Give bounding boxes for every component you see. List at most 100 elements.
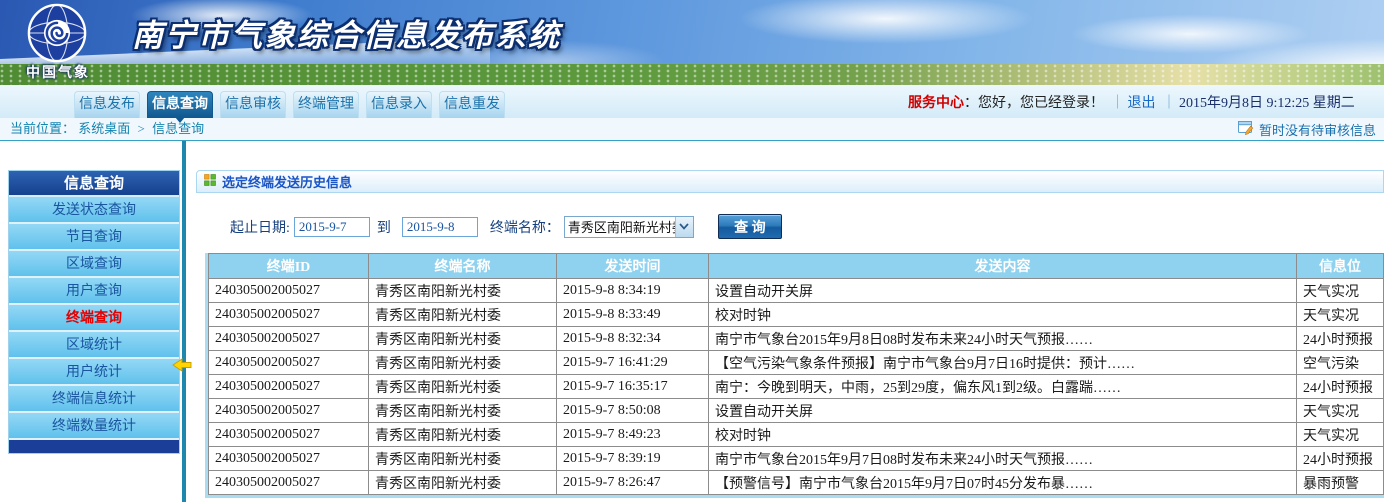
tab-terminal-manage[interactable]: 终端管理 — [293, 91, 359, 118]
user-info-bar: 服务中心：您好，您已经登录！ ｜退出 ｜2015年9月8日 9:12:25 星期… — [908, 92, 1355, 112]
table-row[interactable]: 240305002005027 青秀区南阳新光村委 2015-9-7 8:39:… — [209, 447, 1384, 471]
breadcrumb: 当前位置： 系统桌面 > 信息查询 — [0, 118, 1384, 141]
cell-info-slot: 天气实况 — [1297, 303, 1384, 327]
logout-link[interactable]: 退出 — [1128, 96, 1156, 111]
terminal-select[interactable]: 青秀区南阳新光村委 — [564, 216, 694, 238]
service-center-label: 服务中心 — [908, 96, 964, 111]
grass-decor — [0, 64, 1384, 85]
cell-terminal-id: 240305002005027 — [209, 471, 369, 495]
cell-terminal-id: 240305002005027 — [209, 423, 369, 447]
cell-terminal-name: 青秀区南阳新光村委 — [369, 375, 557, 399]
sidebar-item-send-status-query[interactable]: 发送状态查询 — [9, 197, 179, 224]
history-table: 终端ID 终端名称 发送时间 发送内容 信息位 240305002005027 … — [208, 253, 1384, 495]
table-row[interactable]: 240305002005027 青秀区南阳新光村委 2015-9-7 16:41… — [209, 351, 1384, 375]
search-button[interactable]: 查 询 — [718, 214, 782, 239]
cell-info-slot: 24小时预报 — [1297, 375, 1384, 399]
sidebar-title: 信息查询 — [9, 171, 179, 197]
tab-info-audit[interactable]: 信息审核 — [220, 91, 286, 118]
history-table-wrapper: 终端ID 终端名称 发送时间 发送内容 信息位 240305002005027 … — [205, 253, 1384, 498]
table-row[interactable]: 240305002005027 青秀区南阳新光村委 2015-9-7 8:26:… — [209, 471, 1384, 495]
cell-send-content: 设置自动开关屏 — [709, 279, 1297, 303]
cell-terminal-id: 240305002005027 — [209, 303, 369, 327]
cell-info-slot: 暴雨预警 — [1297, 471, 1384, 495]
cell-send-content: 南宁市气象台2015年9月8日08时发布未来24小时天气预报…… — [709, 327, 1297, 351]
content-divider — [182, 141, 186, 502]
table-header-row: 终端ID 终端名称 发送时间 发送内容 信息位 — [209, 254, 1384, 279]
sidebar-item-region-stats[interactable]: 区域统计 — [9, 332, 179, 359]
table-row[interactable]: 240305002005027 青秀区南阳新光村委 2015-9-7 8:49:… — [209, 423, 1384, 447]
current-datetime: 2015年9月8日 9:12:25 星期二 — [1179, 96, 1355, 111]
breadcrumb-home[interactable]: 系统桌面 — [78, 121, 130, 136]
grid-icon — [204, 173, 216, 191]
separator: ｜ — [1162, 96, 1176, 111]
cell-terminal-id: 240305002005027 — [209, 399, 369, 423]
cell-send-time: 2015-9-8 8:34:19 — [557, 279, 709, 303]
cma-logo-icon — [26, 2, 88, 64]
sidebar-item-terminal-count-stats[interactable]: 终端数量统计 — [9, 413, 179, 440]
cell-terminal-id: 240305002005027 — [209, 447, 369, 471]
cell-info-slot: 24小时预报 — [1297, 447, 1384, 471]
pending-audit-text: 暂时没有待审核信息 — [1259, 120, 1376, 139]
to-label: 到 — [377, 217, 391, 237]
col-info-slot: 信息位 — [1297, 254, 1384, 279]
cell-terminal-id: 240305002005027 — [209, 375, 369, 399]
site-title: 南宁市气象综合信息发布系统 — [132, 10, 561, 55]
cell-send-time: 2015-9-7 8:39:19 — [557, 447, 709, 471]
sidebar-item-user-query[interactable]: 用户查询 — [9, 278, 179, 305]
cell-terminal-name: 青秀区南阳新光村委 — [369, 279, 557, 303]
tab-info-query[interactable]: 信息查询 — [147, 91, 213, 118]
sidebar-item-program-query[interactable]: 节目查询 — [9, 224, 179, 251]
cell-send-content: 南宁市气象台2015年9月7日08时发布未来24小时天气预报…… — [709, 447, 1297, 471]
table-row[interactable]: 240305002005027 青秀区南阳新光村委 2015-9-7 16:35… — [209, 375, 1384, 399]
table-row[interactable]: 240305002005027 青秀区南阳新光村委 2015-9-7 8:50:… — [209, 399, 1384, 423]
cell-terminal-name: 青秀区南阳新光村委 — [369, 327, 557, 351]
col-terminal-id: 终端ID — [209, 254, 369, 279]
date-range-label: 起止日期: — [230, 217, 290, 237]
cell-send-content: 南宁：今晚到明天，中雨，25到29度，偏东风1到2级。白露踹…… — [709, 375, 1297, 399]
tab-info-resend[interactable]: 信息重发 — [439, 91, 505, 118]
separator: ｜ — [1111, 96, 1125, 111]
sidebar-item-region-query[interactable]: 区域查询 — [9, 251, 179, 278]
breadcrumb-separator: > — [138, 121, 145, 136]
cell-info-slot: 24小时预报 — [1297, 327, 1384, 351]
cell-info-slot: 天气实况 — [1297, 399, 1384, 423]
table-row[interactable]: 240305002005027 青秀区南阳新光村委 2015-9-8 8:34:… — [209, 279, 1384, 303]
sidebar-collapse-arrow-icon[interactable] — [172, 358, 192, 377]
main-nav: 信息发布 信息查询 信息审核 终端管理 信息录入 信息重发 服务中心：您好，您已… — [0, 85, 1384, 118]
banner: 中国气象 南宁市气象综合信息发布系统 — [0, 0, 1384, 85]
panel-header: 选定终端发送历史信息 — [196, 170, 1384, 193]
cell-terminal-name: 青秀区南阳新光村委 — [369, 423, 557, 447]
panel-title: 选定终端发送历史信息 — [222, 172, 352, 191]
tab-info-entry[interactable]: 信息录入 — [366, 91, 432, 118]
sidebar-menu: 信息查询 发送状态查询 节目查询 区域查询 用户查询 终端查询 区域统计 用户统… — [8, 170, 180, 454]
cell-send-time: 2015-9-7 16:35:17 — [557, 375, 709, 399]
cell-info-slot: 天气实况 — [1297, 279, 1384, 303]
cell-terminal-name: 青秀区南阳新光村委 — [369, 351, 557, 375]
date-to-input[interactable] — [402, 217, 478, 237]
terminal-select-value: 青秀区南阳新光村委 — [565, 217, 675, 236]
sidebar-item-terminal-query[interactable]: 终端查询 — [9, 305, 179, 332]
cell-info-slot: 天气实况 — [1297, 423, 1384, 447]
cell-terminal-id: 240305002005027 — [209, 327, 369, 351]
sidebar-footer-bar — [9, 440, 179, 453]
cell-send-time: 2015-9-7 8:50:08 — [557, 399, 709, 423]
query-filters: 起止日期: 到 终端名称： 青秀区南阳新光村委 查 询 — [230, 213, 782, 240]
breadcrumb-label: 当前位置： — [10, 121, 75, 136]
edit-note-icon — [1238, 121, 1254, 139]
col-send-time: 发送时间 — [557, 254, 709, 279]
cell-terminal-name: 青秀区南阳新光村委 — [369, 447, 557, 471]
cell-terminal-name: 青秀区南阳新光村委 — [369, 303, 557, 327]
table-row[interactable]: 240305002005027 青秀区南阳新光村委 2015-9-8 8:33:… — [209, 303, 1384, 327]
cell-send-time: 2015-9-8 8:32:34 — [557, 327, 709, 351]
cell-send-time: 2015-9-7 16:41:29 — [557, 351, 709, 375]
tab-info-publish[interactable]: 信息发布 — [74, 91, 140, 118]
col-send-content: 发送内容 — [709, 254, 1297, 279]
cell-send-content: 【空气污染气象条件预报】南宁市气象台9月7日16时提供：预计…… — [709, 351, 1297, 375]
date-from-input[interactable] — [294, 217, 370, 237]
terminal-name-label: 终端名称： — [490, 217, 560, 237]
chevron-down-icon[interactable] — [675, 217, 693, 237]
cell-terminal-id: 240305002005027 — [209, 351, 369, 375]
sidebar-item-terminal-info-stats[interactable]: 终端信息统计 — [9, 386, 179, 413]
table-row[interactable]: 240305002005027 青秀区南阳新光村委 2015-9-8 8:32:… — [209, 327, 1384, 351]
sidebar-item-user-stats[interactable]: 用户统计 — [9, 359, 179, 386]
